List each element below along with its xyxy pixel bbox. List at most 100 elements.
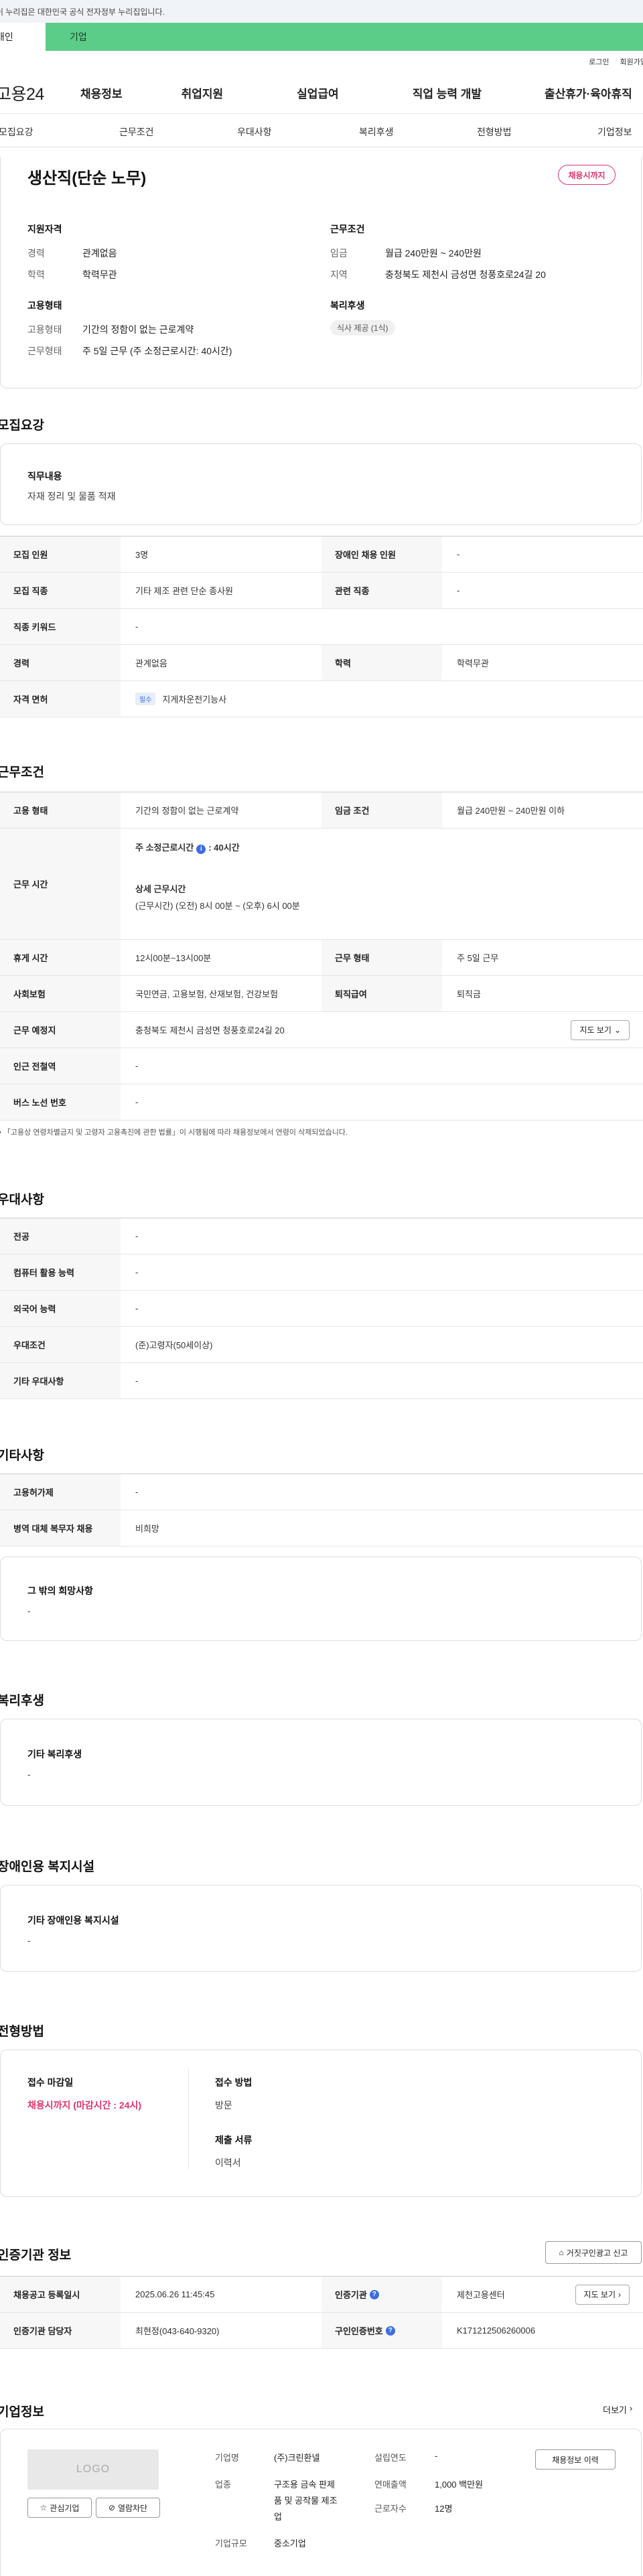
recruit-section-title: 모집요강 xyxy=(0,419,44,433)
table-row: 채용공고 등록일시 2025.06.26 11:45:45 인증기관? 제천고용… xyxy=(0,2277,643,2313)
summary-education: 학력 학력무관 xyxy=(27,269,117,280)
deadline-badge: 채용시까지 xyxy=(558,165,616,185)
map-view-button[interactable]: 지도 보기 ⌄ xyxy=(571,1019,630,1040)
table-row: 인증기관 담당자 최현정(043-640-9320) 구인인증번호? K1712… xyxy=(0,2313,643,2349)
chevron-down-icon: ⌄ xyxy=(614,1025,621,1035)
preferred-table: 전공 - 컴퓨터 활용 능력 - 외국어 능력 - 우대조건 (준)고령자(50세이상)… xyxy=(0,1218,643,1399)
anchor-tab-conditions[interactable]: 근무조건 xyxy=(119,125,154,139)
anchor-tab-preferred[interactable]: 우대사항 xyxy=(237,125,272,139)
favorite-company-button[interactable]: ☆ 관심기업 xyxy=(27,2498,92,2518)
user-type-tabs: 개인 기업 xyxy=(0,23,643,51)
table-row: 휴게 시간 12시00분~13시00분 근무 형태 주 5일 근무 xyxy=(0,940,643,976)
conditions-heading: 근무조건 xyxy=(330,224,365,234)
gov-banner: 이 누리집은 대한민국 공식 전자정부 누리집입니다. xyxy=(0,0,643,23)
company-box: LOGO ☆ 관심기업 ⊘ 열람차단 기업명 (주)크린환넬 업종 구조용 금속 판… xyxy=(0,2429,642,2576)
welfare-section-title: 복리후생 xyxy=(0,1694,44,1708)
anchor-tab-selection[interactable]: 전형방법 xyxy=(477,125,512,139)
chevron-right-icon: › xyxy=(629,2403,633,2413)
others-section-title: 기타사항 xyxy=(0,1449,44,1463)
table-row: 전공 - xyxy=(0,1218,643,1255)
agency-table: 채용공고 등록일시 2025.06.26 11:45:45 인증기관? 제천고용… xyxy=(0,2276,643,2349)
qualification-heading: 지원자격 xyxy=(27,224,62,234)
info-icon[interactable]: ? xyxy=(369,2289,379,2299)
table-row: 모집 직종 기타 제조 관련 단순 종사원 관련 직종 - xyxy=(0,573,643,609)
table-row: 버스 노선 번호 - xyxy=(0,1084,643,1121)
table-row: 경력 관계없음 학력 학력무관 xyxy=(0,645,643,681)
util-menu: 로그인 회원가입 xyxy=(0,51,643,72)
site-logo[interactable]: 고용24 xyxy=(0,81,70,105)
page: 이 누리집은 대한민국 공식 전자정부 누리집입니다. 개인 기업 로그인 회원… xyxy=(0,0,643,2576)
summary-career: 경력 관계없음 xyxy=(27,248,117,259)
table-row: 근무 예정지 충청북도 제천시 금성면 청풍호로24길 20 지도 보기 ⌄ xyxy=(0,1012,643,1048)
welfare-chip: 식사 제공 (1식) xyxy=(330,320,395,336)
company-logo: LOGO xyxy=(27,2449,159,2490)
job-summary-card: 생산직(단순 노무) 채용시까지 지원자격 경력 관계없음 학력 학력무관 고용형태… xyxy=(0,157,642,388)
star-icon: ☆ xyxy=(40,2503,48,2512)
gnb-item-jobs[interactable]: 채용정보 xyxy=(80,84,123,101)
info-icon[interactable]: ? xyxy=(385,2325,395,2336)
gnb-item-training[interactable]: 직업 능력 개발 xyxy=(413,84,482,101)
summary-employment-type: 고용형태 기간의 정함이 없는 근로계약 xyxy=(27,324,194,335)
tab-personal[interactable]: 개인 xyxy=(0,23,46,51)
company-more-link[interactable]: 더보기 › xyxy=(603,2403,632,2416)
join-link[interactable]: 회원가입 xyxy=(620,56,643,67)
report-fake-ad-button[interactable]: ⌂ 거짓구인광고 신고 xyxy=(545,2241,642,2264)
welfare-box: 기타 복리후생 - xyxy=(0,1719,642,1806)
table-row: 고용허가제 - xyxy=(0,1474,643,1510)
gnb-item-unemployment[interactable]: 실업급여 xyxy=(297,84,339,101)
agency-map-button[interactable]: 지도 보기 › xyxy=(575,2284,630,2305)
recruit-table: 모집 인원 3명 장애인 채용 인원 - 모집 직종 기타 제조 관련 단순 종… xyxy=(0,536,643,717)
table-row: 외국어 능력 - xyxy=(0,1291,643,1327)
table-row: 자격 면허 필수 지게차운전기능사 xyxy=(0,681,643,717)
facility-box: 기타 장애인용 복지시설 - xyxy=(0,1885,642,1972)
block-view-button[interactable]: ⊘ 열람차단 xyxy=(96,2498,160,2518)
table-row: 근무 시간 주 소정근로시간 i: 40시간 상세 근무시간 (근무시간) (오전… xyxy=(0,829,643,940)
table-row: 직종 키워드 - xyxy=(0,609,643,645)
tab-company[interactable]: 기업 xyxy=(46,23,643,51)
job-title: 생산직(단순 노무) xyxy=(27,169,147,188)
table-row: 컴퓨터 활용 능력 - xyxy=(0,1255,643,1291)
info-icon[interactable]: i xyxy=(196,844,206,854)
agency-section-title: 인증기관 정보 xyxy=(0,2248,72,2263)
anchor-tabs: 모집요강 근무조건 우대사항 복리후생 전형방법 기업정보 xyxy=(0,114,643,147)
table-row: 기타 우대사항 - xyxy=(0,1363,643,1399)
duty-value: 자재 정리 및 물품 적재 xyxy=(27,491,116,502)
others-table: 고용허가제 - 병역 대체 복무자 채용 비희망 xyxy=(0,1474,643,1547)
hiring-history-button[interactable]: 채용정보 이력 xyxy=(535,2449,616,2470)
age-notice: • 「고용상 연령차별금지 및 고령자 고용촉진에 관한 법률」이 시행됨에 따… xyxy=(0,1129,348,1137)
table-row: 우대조건 (준)고령자(50세이상) xyxy=(0,1327,643,1363)
license-value: 지게차운전기능사 xyxy=(162,695,227,705)
anchor-tab-company[interactable]: 기업정보 xyxy=(597,125,632,139)
conditions-table: 고용 형태 기간의 정함이 없는 근로계약 임금 조건 월급 240만원 ~ 2… xyxy=(0,792,643,1121)
gnb-item-employment-support[interactable]: 취업지원 xyxy=(182,84,224,101)
gov-banner-text: 이 누리집은 대한민국 공식 전자정부 누리집입니다. xyxy=(0,7,165,17)
employment-heading: 고용형태 xyxy=(27,300,62,311)
welfare-chip-container: 식사 제공 (1식) xyxy=(330,320,395,336)
table-row: 모집 인원 3명 장애인 채용 인원 - xyxy=(0,536,643,573)
chevron-right-icon: › xyxy=(618,2289,621,2299)
preferred-section-title: 우대사항 xyxy=(0,1193,44,1207)
login-link[interactable]: 로그인 xyxy=(589,56,609,67)
deadline-value: 채용시까지 (마감시간 : 24시) xyxy=(27,2100,142,2110)
wish-box: 그 밖의 희망사항 - xyxy=(0,1557,642,1641)
facility-section-title: 장애인용 복지시설 xyxy=(0,1860,95,1874)
block-icon: ⊘ xyxy=(108,2503,115,2512)
home-icon: ⌂ xyxy=(559,2248,564,2257)
summary-wage: 임금 월급 240만원 ~ 240만원 xyxy=(330,248,482,259)
table-row: 병역 대체 복무자 채용 비희망 xyxy=(0,1510,643,1547)
anchor-tab-recruit[interactable]: 모집요강 xyxy=(0,125,33,139)
global-nav: 고용24 채용정보 취업지원 실업급여 직업 능력 개발 출산휴가·육아휴직 xyxy=(0,72,643,114)
summary-region: 지역 충청북도 제천시 금성면 청풍호로24길 20 xyxy=(330,269,546,280)
selection-section-title: 전형방법 xyxy=(0,2025,44,2039)
welfare-heading: 복리후생 xyxy=(330,300,365,311)
duty-heading: 직무내용 xyxy=(27,471,62,482)
table-row: 사회보험 국민연금, 고용보험, 산재보험, 건강보험 퇴직급여 퇴직금 xyxy=(0,976,643,1012)
gnb-item-parental-leave[interactable]: 출산휴가·육아휴직 xyxy=(545,84,632,101)
duty-box: 직무내용 자재 정리 및 물품 적재 xyxy=(0,443,642,525)
conditions-section-title: 근무조건 xyxy=(0,766,44,780)
summary-work-type: 근무형태 주 5일 근무 (주 소정근로시간: 40시간) xyxy=(27,346,232,356)
anchor-tab-welfare[interactable]: 복리후생 xyxy=(359,125,394,139)
table-row: 고용 형태 기간의 정함이 없는 근로계약 임금 조건 월급 240만원 ~ 2… xyxy=(0,792,643,829)
required-tag: 필수 xyxy=(135,693,156,705)
table-row: 인근 전철역 - xyxy=(0,1048,643,1084)
